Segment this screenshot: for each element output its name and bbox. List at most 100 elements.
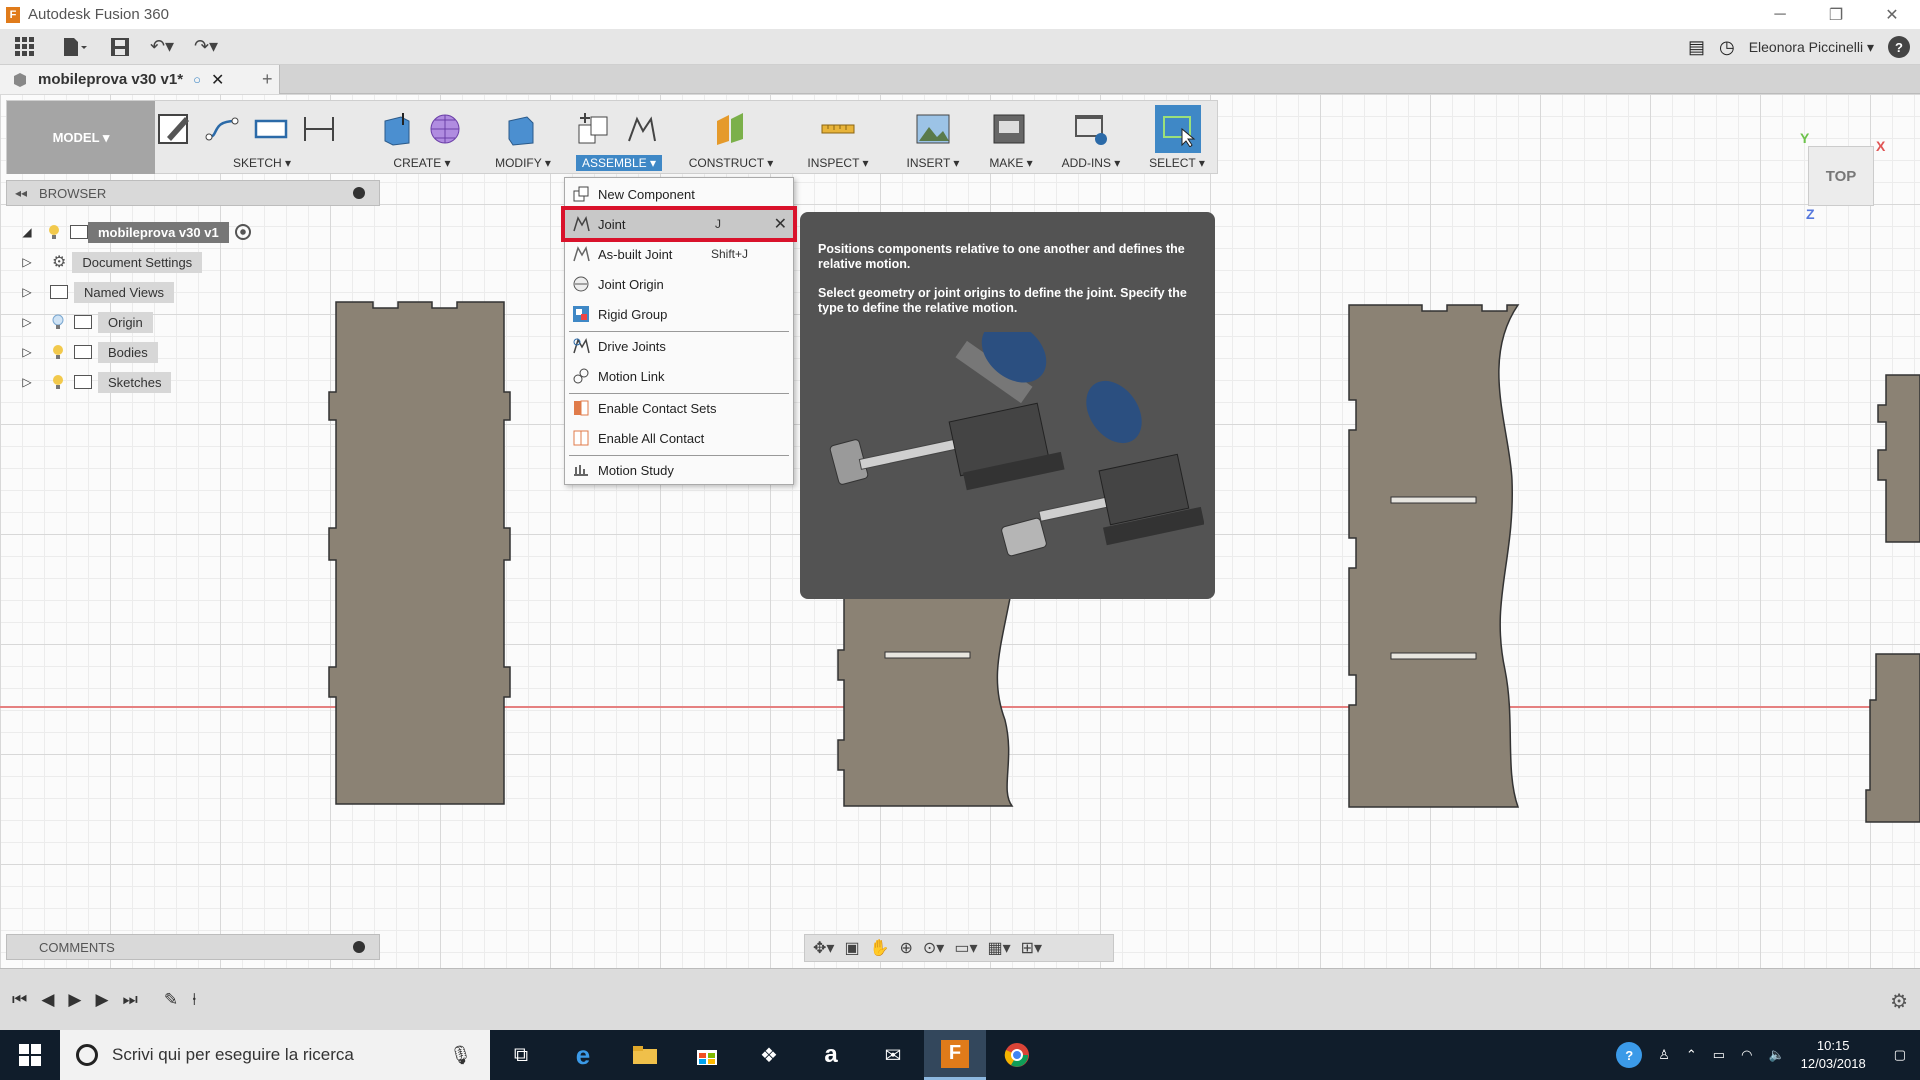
press-pull-icon[interactable] [501,109,541,149]
grid-settings-icon[interactable]: ▦▾ [987,938,1010,958]
menu-item-joint-origin[interactable]: Joint Origin [565,270,793,298]
close-window-button[interactable]: ✕ [1864,0,1920,29]
collapse-panel-icon[interactable]: ◂◂ [15,186,27,200]
close-tab-icon[interactable]: ✕ [211,70,224,90]
minimize-button[interactable]: ─ [1752,0,1808,29]
construct-group[interactable]: CONSTRUCT ▾ [679,101,783,174]
people-icon[interactable]: ♙ [1658,1047,1670,1063]
menu-item-as-built-joint[interactable]: As-built Joint Shift+J [565,240,793,268]
mail-icon[interactable]: ✉ [862,1030,924,1080]
assemble-group[interactable]: ASSEMBLE ▾ [563,101,675,174]
select-icon[interactable] [1155,105,1201,153]
chrome-icon[interactable] [986,1030,1048,1080]
maximize-button[interactable]: ❐ [1808,0,1864,29]
menu-item-joint[interactable]: Joint J ✕ [561,206,797,242]
sketch-group[interactable]: SKETCH ▾ [155,101,369,174]
new-component-icon[interactable] [573,109,613,149]
data-panel-grid-icon[interactable] [0,29,50,65]
scripts-icon[interactable] [1071,109,1111,149]
menu-item-new-component[interactable]: New Component [565,180,793,208]
expand-arrow-icon[interactable]: ▷ [20,315,34,329]
fit-icon[interactable]: ⊙▾ [923,938,944,958]
microphone-icon[interactable]: 🎙 [449,1045,472,1066]
select-group[interactable]: SELECT ▾ [1137,101,1217,174]
menu-item-motion-link[interactable]: Motion Link [565,362,793,390]
line-icon[interactable] [203,109,243,149]
collapse-arrow-icon[interactable]: ◢ [20,225,34,239]
joint-icon[interactable] [621,109,661,149]
tree-item-bodies[interactable]: ▷ Bodies [20,340,158,364]
user-account-menu[interactable]: Eleonora Piccinelli ▾ [1749,39,1874,56]
step-back-icon[interactable]: ◀ [41,990,54,1010]
expand-arrow-icon[interactable]: ▷ [20,285,34,299]
add-comment-icon[interactable] [353,941,365,953]
tree-item-named-views[interactable]: ▷ Named Views [20,280,174,304]
tree-item-origin[interactable]: ▷ Origin [20,310,153,334]
help-icon[interactable]: ? [1888,36,1910,58]
sketch-feature-icon[interactable]: ✎ [164,990,178,1010]
menu-item-rigid-group[interactable]: Rigid Group [565,300,793,328]
browser-minimize-icon[interactable] [353,187,365,199]
menu-item-motion-study[interactable]: Motion Study [565,456,793,484]
play-icon[interactable]: ▶ [68,990,81,1010]
save-icon[interactable] [100,29,140,65]
viewports-icon[interactable]: ⊞▾ [1021,938,1042,958]
comments-panel-header[interactable]: COMMENTS [6,934,380,960]
rectangle-icon[interactable] [251,109,291,149]
edge-browser-icon[interactable]: e [552,1030,614,1080]
file-menu-icon[interactable] [50,29,100,65]
go-to-end-icon[interactable]: ⏭ [123,990,138,1010]
fusion-360-taskbar-icon[interactable]: F [924,1030,986,1080]
modify-group[interactable]: MODIFY ▾ [483,101,563,174]
visibility-bulb-icon[interactable] [52,314,64,330]
orbit-icon[interactable]: ✥▾ [813,938,834,958]
zoom-icon[interactable]: ⊕ [899,938,912,958]
taskbar-search-box[interactable]: Scrivi qui per eseguire la ricerca 🎙 [60,1030,490,1080]
task-view-icon[interactable]: ⧉ [490,1030,552,1080]
new-tab-button[interactable]: + [262,69,273,90]
notifications-icon[interactable]: ▤ [1688,37,1705,58]
view-cube[interactable]: TOP [1808,146,1874,206]
document-tab[interactable]: mobileprova v30 v1* ○ ✕ + [0,65,280,94]
activate-radio-icon[interactable] [234,224,251,240]
browser-panel-header[interactable]: ◂◂ BROWSER [6,180,380,206]
timeline-settings-gear-icon[interactable]: ⚙ [1890,989,1908,1014]
go-to-start-icon[interactable]: ⏮ [12,990,27,1010]
redo-icon[interactable]: ↷▾ [184,29,228,65]
action-center-icon[interactable]: ▢ [1894,1047,1906,1063]
windows-start-icon[interactable] [0,1030,60,1080]
display-settings-icon[interactable]: ▭▾ [954,938,977,958]
help-tray-icon[interactable]: ? [1616,1042,1643,1068]
create-form-icon[interactable] [425,109,465,149]
make-group[interactable]: MAKE ▾ [975,101,1047,174]
inspect-group[interactable]: INSPECT ▾ [793,101,883,174]
show-hidden-icons-chevron-icon[interactable]: ⌃ [1686,1047,1697,1063]
close-icon[interactable]: ✕ [774,214,787,234]
step-forward-icon[interactable]: ▶ [95,990,108,1010]
volume-icon[interactable]: 🔈 [1768,1047,1784,1063]
dropbox-icon[interactable]: ❖ [738,1030,800,1080]
undo-icon[interactable]: ↶▾ [140,29,184,65]
job-status-icon[interactable]: ◷ [1719,37,1735,58]
store-icon[interactable] [676,1030,738,1080]
amazon-icon[interactable]: a [800,1030,862,1080]
timeline-marker-icon[interactable]: ⍿ [192,990,196,1010]
workspace-switcher[interactable]: MODEL ▾ [7,101,155,174]
menu-item-drive-joints[interactable]: Drive Joints [565,332,793,360]
insert-group[interactable]: INSERT ▾ [895,101,971,174]
extrude-icon[interactable] [377,109,417,149]
visibility-bulb-icon[interactable] [48,224,60,240]
measure-icon[interactable] [818,109,858,149]
tree-item-sketches[interactable]: ▷ Sketches [20,370,172,394]
visibility-bulb-icon[interactable] [52,374,64,390]
tree-root[interactable]: ◢ mobileprova v30 v1 [20,220,251,244]
look-at-icon[interactable]: ▣ [844,938,859,958]
offset-plane-icon[interactable] [711,109,751,149]
tree-item-document-settings[interactable]: ▷ ⚙ Document Settings [20,250,203,274]
dimension-icon[interactable] [299,109,339,149]
pan-icon[interactable]: ✋ [870,938,890,958]
menu-item-enable-all-contact[interactable]: Enable All Contact [565,424,793,452]
expand-arrow-icon[interactable]: ▷ [20,345,34,359]
expand-arrow-icon[interactable]: ▷ [20,255,34,269]
visibility-bulb-icon[interactable] [52,344,64,360]
